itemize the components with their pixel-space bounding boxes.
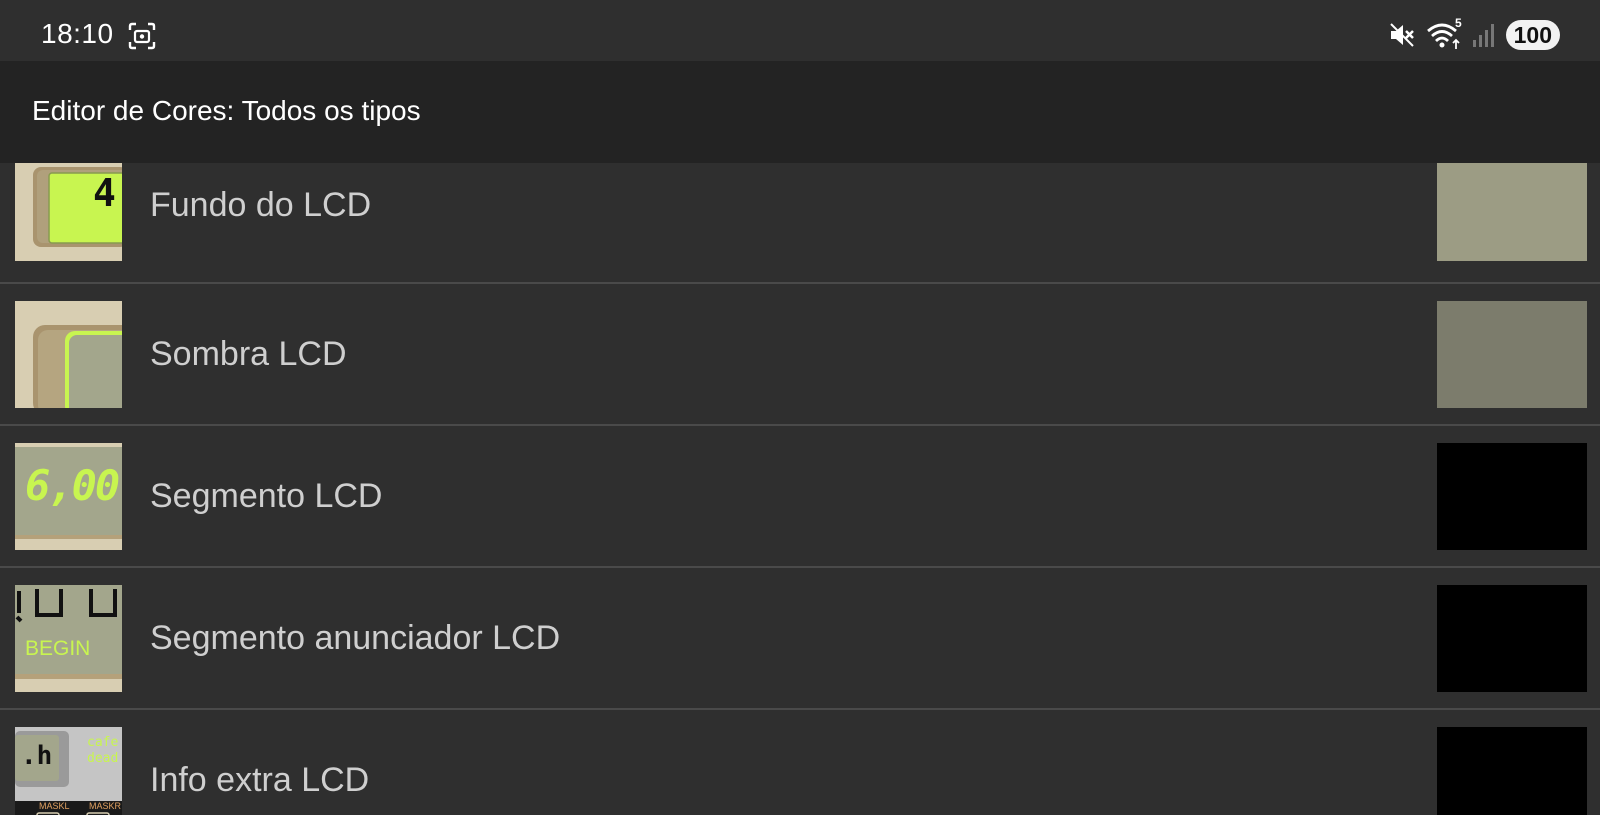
thumb-text-line-1: cafe [87,735,119,750]
lcd-segment-thumbnail: 6,00 [15,443,122,550]
screenshot-icon [128,22,156,50]
thumb-mask-right: MASKR [89,801,122,811]
color-swatch[interactable] [1437,585,1587,692]
lcd-extra-info-thumbnail: .h cafe dead MASKL MASKR [15,727,122,815]
thumb-lcd-digit: 4, [93,171,122,215]
lcd-shadow-thumbnail [15,301,122,408]
thumb-mask-left: MASKL [39,801,70,811]
item-label: Fundo do LCD [150,186,372,224]
list-item[interactable]: 6,00 Segmento LCD [0,426,1600,568]
item-label: Segmento anunciador LCD [150,619,561,657]
color-swatch[interactable] [1437,443,1587,550]
lcd-background-thumbnail: 4, [15,163,122,261]
signal-icon [1472,24,1494,47]
color-list: 4, Fundo do LCD Sombra LCD [0,163,1600,815]
color-swatch[interactable] [1437,727,1587,815]
battery-indicator: 100 [1505,20,1560,50]
lcd-annunciator-thumbnail: BEGIN [15,585,122,692]
mute-icon [1389,23,1414,47]
status-time: 18:10 [41,18,114,49]
wifi-badge: 5 [1454,16,1462,30]
color-swatch[interactable] [1437,301,1587,408]
app-bar: Editor de Cores: Todos os tipos [0,61,1600,163]
item-label: Info extra LCD [150,761,370,799]
list-item[interactable]: Sombra LCD [0,284,1600,426]
thumb-text-line-2: dead [87,751,119,766]
wifi-icon: 5 [1426,16,1462,50]
thumb-lcd-digits: 6,00 [25,461,120,510]
list-item[interactable]: 4, Fundo do LCD [0,163,1600,284]
color-swatch[interactable] [1437,163,1587,261]
status-icons: 5 100 [1388,16,1560,52]
list-item[interactable]: BEGIN Segmento anunciador LCD [0,568,1600,710]
thumb-begin-label: BEGIN [25,637,91,660]
item-label: Segmento LCD [150,477,383,515]
page-title: Editor de Cores: Todos os tipos [32,95,421,126]
thumb-glyph: .h [21,741,53,771]
list-item[interactable]: .h cafe dead MASKL MASKR Info extra LCD [0,710,1600,815]
status-bar: 18:10 5 100 [0,0,1600,61]
item-label: Sombra LCD [150,335,347,373]
